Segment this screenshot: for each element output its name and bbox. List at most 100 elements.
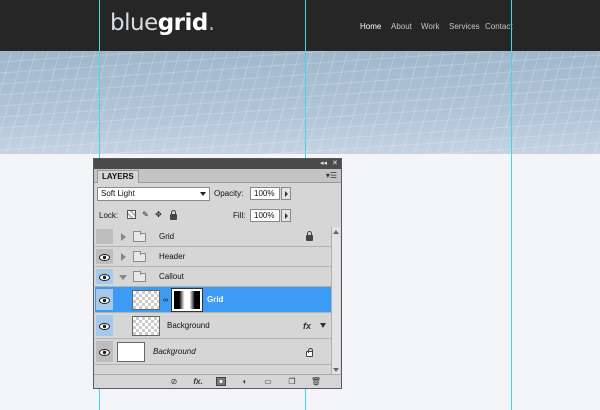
layer-name: Background: [167, 320, 210, 330]
layer-row-grid-group[interactable]: Grid: [95, 227, 332, 247]
blend-mode-value: Soft Light: [101, 189, 135, 198]
collapse-triangle-icon[interactable]: [119, 274, 127, 280]
eye-icon: [99, 273, 110, 281]
blend-mode-select[interactable]: Soft Light: [97, 187, 210, 201]
scroll-up-icon[interactable]: [333, 230, 339, 234]
expand-effects-icon[interactable]: [320, 323, 326, 328]
expand-triangle-icon[interactable]: [121, 252, 126, 261]
nav-about[interactable]: About: [391, 22, 412, 31]
visibility-toggle[interactable]: [96, 341, 113, 362]
scroll-down-icon[interactable]: [333, 368, 339, 372]
fill-slider-button[interactable]: [281, 209, 291, 222]
lock-icon: [306, 231, 313, 241]
site-logo[interactable]: bluegrid.: [110, 10, 215, 36]
grid-line: [221, 51, 253, 154]
grid-line: [509, 51, 541, 154]
layer-row-grid-selected[interactable]: ∞ Grid: [95, 287, 332, 313]
grid-line: [101, 51, 133, 154]
layer-mask-thumbnail[interactable]: [171, 288, 203, 312]
layer-name: Callout: [159, 271, 184, 281]
opacity-input[interactable]: 100%: [250, 187, 280, 200]
visibility-toggle[interactable]: [96, 289, 113, 310]
layer-row-background[interactable]: Background fx: [95, 313, 332, 339]
visibility-toggle[interactable]: [96, 249, 113, 264]
fx-icon[interactable]: fx: [303, 321, 311, 331]
panel-tab-row: LAYERS ▾☰: [94, 169, 341, 183]
lock-all-icon[interactable]: [170, 210, 177, 220]
new-group-icon[interactable]: ▭: [262, 376, 274, 387]
canvas: bluegrid. Home About Work Services Conta…: [0, 0, 600, 410]
layer-thumbnail[interactable]: [132, 290, 160, 310]
opacity-label: Opacity:: [214, 189, 244, 198]
new-layer-icon[interactable]: ❐: [286, 376, 298, 387]
lock-brush-icon[interactable]: ✎: [141, 210, 150, 219]
folder-icon: [133, 270, 146, 282]
nav-services[interactable]: Services: [449, 22, 480, 31]
layer-row-background-locked[interactable]: Background: [95, 339, 332, 365]
panel-titlebar[interactable]: ◂◂ ✕: [94, 159, 341, 169]
nav-home[interactable]: Home: [360, 22, 381, 31]
grid-line: [137, 51, 169, 154]
grid-line: [449, 51, 481, 154]
eye-icon: [99, 296, 110, 304]
hero-grid-pattern: [0, 51, 600, 154]
layer-name: Grid: [207, 294, 224, 304]
layer-name: Grid: [159, 231, 175, 241]
nav-contact[interactable]: Contact: [485, 22, 513, 31]
grid-line: [17, 51, 49, 154]
grid-line: [461, 51, 493, 154]
opacity-slider-button[interactable]: [281, 187, 291, 200]
link-layers-icon[interactable]: ⊘: [168, 376, 180, 387]
layers-list: Grid Header Callout ∞ Grid Background fx…: [95, 227, 332, 375]
lock-label: Lock:: [99, 211, 119, 220]
fill-input[interactable]: 100%: [250, 209, 280, 222]
layer-row-callout-group[interactable]: Callout: [95, 267, 332, 287]
grid-line: [269, 51, 301, 154]
site-header: bluegrid. Home About Work Services Conta…: [0, 0, 600, 51]
layer-row-header-group[interactable]: Header: [95, 247, 332, 267]
grid-line: [262, 131, 600, 154]
visibility-toggle[interactable]: [96, 315, 113, 336]
tab-layers[interactable]: LAYERS: [97, 170, 139, 183]
grid-line: [281, 51, 313, 154]
grid-line: [389, 51, 421, 154]
layers-panel: ◂◂ ✕ LAYERS ▾☰ Soft Light Opacity: 100% …: [93, 158, 342, 389]
eye-icon: [99, 322, 110, 330]
guide-line[interactable]: [511, 0, 512, 410]
panel-menu-icon[interactable]: ▾☰: [326, 171, 337, 180]
adjustment-layer-icon[interactable]: ◐: [239, 376, 251, 387]
add-mask-icon[interactable]: [216, 377, 226, 386]
grid-line: [0, 51, 338, 74]
expand-triangle-icon[interactable]: [121, 232, 126, 241]
logo-light-text: blue: [110, 10, 158, 36]
double-chevron-left-icon[interactable]: ◂◂: [320, 160, 327, 168]
lock-buttons: ✎ ✥: [127, 210, 187, 220]
hero-banner: [0, 51, 600, 154]
trash-icon[interactable]: 🗑: [310, 376, 322, 387]
panel-footer: ⊘ fx. ◐ ▭ ❐ 🗑: [94, 374, 341, 388]
folder-icon: [133, 230, 146, 242]
lock-move-icon[interactable]: ✥: [154, 210, 163, 219]
blend-opacity-row: Soft Light Opacity: 100%: [94, 186, 341, 202]
grid-line: [0, 76, 600, 118]
layer-thumbnail[interactable]: [132, 316, 160, 336]
eye-icon: [99, 348, 110, 356]
grid-line: [437, 51, 469, 154]
fill-label: Fill:: [233, 211, 246, 220]
logo-dot: .: [207, 10, 215, 36]
grid-line: [0, 54, 600, 96]
nav-work[interactable]: Work: [421, 22, 440, 31]
link-chain-icon[interactable]: ∞: [163, 297, 168, 304]
grid-line: [557, 51, 589, 154]
lock-icon: [306, 348, 313, 357]
grid-line: [0, 87, 600, 129]
visibility-toggle[interactable]: [96, 229, 113, 244]
layer-thumbnail[interactable]: [117, 342, 145, 362]
fx-icon[interactable]: fx.: [192, 376, 204, 387]
close-icon[interactable]: ✕: [332, 160, 338, 168]
layers-scrollbar[interactable]: [331, 227, 340, 375]
lock-transparent-icon[interactable]: [127, 210, 136, 219]
grid-line: [125, 51, 157, 154]
logo-bold-text: grid: [157, 10, 209, 36]
visibility-toggle[interactable]: [96, 269, 113, 284]
